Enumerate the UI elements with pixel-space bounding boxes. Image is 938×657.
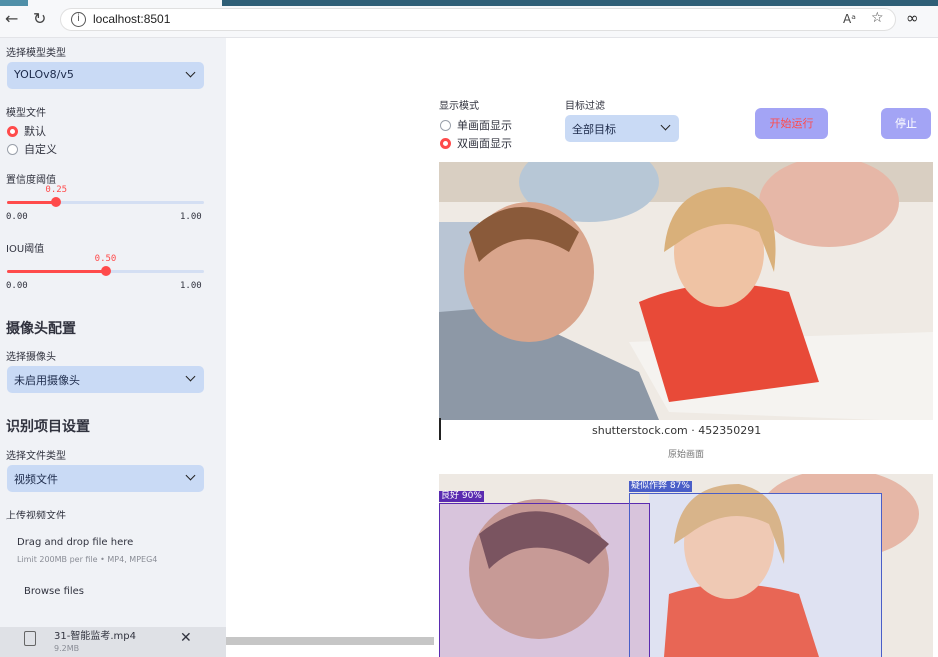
confidence-label: 置信度阈值 bbox=[6, 175, 56, 186]
recognition-heading: 识别项目设置 bbox=[6, 419, 90, 435]
confidence-slider-fill bbox=[7, 201, 57, 204]
file-icon bbox=[24, 631, 36, 646]
start-button[interactable]: 开始运行 bbox=[755, 108, 828, 139]
address-url: localhost:8501 bbox=[93, 12, 171, 26]
detection-label: 疑似作弊 87% bbox=[629, 481, 692, 492]
radio-label: 自定义 bbox=[24, 143, 57, 156]
reload-icon[interactable]: ↻ bbox=[33, 9, 46, 29]
radio-single-view[interactable]: 单画面显示 bbox=[440, 117, 512, 133]
iou-label: IOU阈值 bbox=[6, 244, 45, 255]
uploaded-file-size: 9.2MB bbox=[54, 644, 80, 653]
model-file-label: 模型文件 bbox=[6, 108, 46, 119]
detection-video-frame: 良好 90% 疑似作弊 87% bbox=[439, 474, 933, 657]
dropzone-text: Drag and drop file here bbox=[17, 537, 134, 548]
model-type-label: 选择模型类型 bbox=[6, 48, 66, 59]
radio-model-default[interactable]: 默认 bbox=[7, 123, 46, 139]
back-icon[interactable]: ← bbox=[5, 9, 18, 29]
detection-box bbox=[629, 493, 882, 657]
file-dropzone[interactable]: Drag and drop file here Limit 200MB per … bbox=[7, 519, 212, 617]
iou-value: 0.50 bbox=[94, 254, 117, 264]
address-bar[interactable]: i localhost:8501 Aᵃ ☆ bbox=[60, 8, 896, 31]
horizontal-scrollbar[interactable] bbox=[226, 637, 434, 645]
file-type-label: 选择文件类型 bbox=[6, 451, 66, 462]
radio-dot[interactable] bbox=[7, 143, 18, 155]
target-filter-select[interactable]: 全部目标 bbox=[565, 115, 679, 142]
uploaded-file-row: 31-智能监考.mp4 9.2MB ✕ bbox=[0, 627, 226, 657]
favorite-star-icon[interactable]: ☆ bbox=[871, 10, 884, 26]
model-type-value: YOLOv8/v5 bbox=[14, 68, 74, 81]
extensions-icon[interactable]: ∞ bbox=[906, 9, 919, 27]
camera-value: 未启用摄像头 bbox=[14, 374, 80, 387]
info-icon[interactable]: i bbox=[71, 12, 86, 27]
iou-max: 1.00 bbox=[180, 281, 202, 291]
file-type-value: 视频文件 bbox=[14, 473, 58, 486]
classroom-photo: shutterstock.com · 452350291 bbox=[439, 162, 933, 440]
iou-slider-thumb[interactable] bbox=[100, 266, 111, 276]
detection-box bbox=[439, 503, 650, 657]
camera-select[interactable]: 未启用摄像头 bbox=[7, 366, 204, 393]
chevron-down-icon bbox=[185, 371, 196, 382]
confidence-value: 0.25 bbox=[45, 185, 68, 195]
browse-files-button[interactable]: Browse files bbox=[14, 581, 94, 603]
original-video-frame: shutterstock.com · 452350291 bbox=[439, 162, 933, 440]
iou-min: 0.00 bbox=[6, 281, 28, 291]
radio-dot[interactable] bbox=[7, 125, 18, 137]
camera-heading: 摄像头配置 bbox=[6, 321, 76, 337]
radio-model-custom[interactable]: 自定义 bbox=[7, 141, 57, 157]
chevron-down-icon bbox=[660, 120, 671, 131]
original-frame-caption: 原始画面 bbox=[667, 450, 704, 460]
confidence-slider[interactable] bbox=[7, 197, 204, 207]
radio-label: 默认 bbox=[24, 125, 46, 138]
active-tab-strip[interactable] bbox=[0, 0, 28, 6]
tab-strip bbox=[222, 0, 938, 6]
file-type-select[interactable]: 视频文件 bbox=[7, 465, 204, 492]
detection-label: 良好 90% bbox=[439, 491, 484, 502]
radio-label: 双画面显示 bbox=[457, 137, 512, 150]
target-filter-label: 目标过滤 bbox=[565, 101, 605, 112]
watermark-text: shutterstock.com · 452350291 bbox=[592, 424, 761, 437]
sidebar: 选择模型类型 YOLOv8/v5 模型文件 默认 自定义 置信度阈值 0.25 … bbox=[0, 38, 226, 657]
radio-dot[interactable] bbox=[440, 119, 451, 131]
read-aloud-icon[interactable]: Aᵃ bbox=[843, 12, 856, 26]
browser-toolbar: ← ↻ i localhost:8501 Aᵃ ☆ ∞ bbox=[0, 0, 938, 38]
uploaded-file-name: 31-智能监考.mp4 bbox=[54, 631, 136, 642]
confidence-min: 0.00 bbox=[6, 212, 28, 222]
model-type-select[interactable]: YOLOv8/v5 bbox=[7, 62, 204, 89]
target-filter-value: 全部目标 bbox=[572, 123, 616, 136]
radio-dual-view[interactable]: 双画面显示 bbox=[440, 135, 512, 151]
radio-label: 单画面显示 bbox=[457, 119, 512, 132]
chevron-down-icon bbox=[185, 470, 196, 481]
display-mode-label: 显示模式 bbox=[439, 101, 479, 112]
remove-file-icon[interactable]: ✕ bbox=[180, 630, 192, 646]
iou-slider-fill bbox=[7, 270, 106, 273]
dropzone-limit: Limit 200MB per file • MP4, MPEG4 bbox=[17, 555, 158, 564]
iou-slider[interactable] bbox=[7, 266, 204, 276]
chevron-down-icon bbox=[185, 67, 196, 78]
camera-label: 选择摄像头 bbox=[6, 352, 56, 363]
stop-button[interactable]: 停止 bbox=[881, 108, 931, 139]
confidence-max: 1.00 bbox=[180, 212, 202, 222]
confidence-slider-thumb[interactable] bbox=[51, 197, 62, 207]
radio-dot[interactable] bbox=[440, 137, 451, 149]
